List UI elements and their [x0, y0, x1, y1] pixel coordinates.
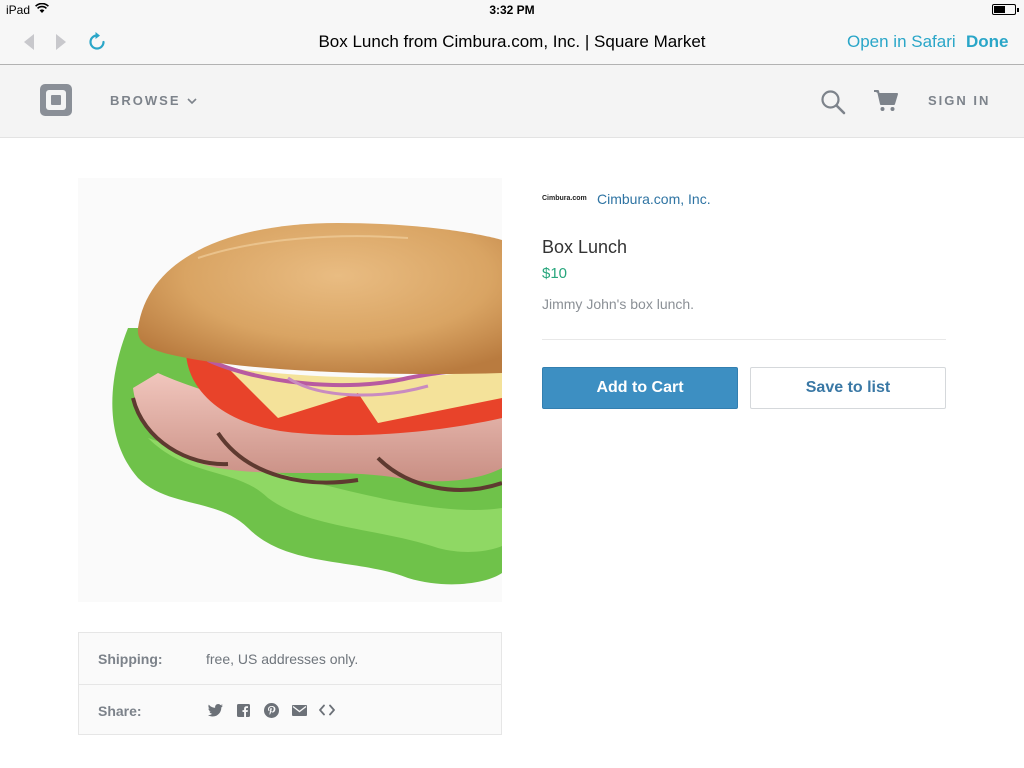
battery-icon: [992, 4, 1019, 15]
shipping-value: free, US addresses only.: [206, 651, 359, 667]
browse-label: BROWSE: [110, 93, 181, 108]
shipping-row: Shipping: free, US addresses only.: [79, 633, 501, 684]
search-icon[interactable]: [820, 89, 846, 120]
seller-link[interactable]: Cimbura.com, Inc.: [597, 191, 711, 207]
save-to-list-button[interactable]: Save to list: [750, 367, 946, 409]
embed-code-icon[interactable]: [319, 702, 335, 718]
shipping-label: Shipping:: [98, 651, 163, 667]
share-icons: [207, 702, 335, 718]
status-bar: iPad 3:32 PM: [0, 0, 1024, 20]
browse-menu[interactable]: BROWSE: [110, 93, 197, 108]
sandwich-illustration: [112, 223, 502, 585]
sign-in-link[interactable]: SIGN IN: [928, 93, 990, 108]
product-description: Jimmy John's box lunch.: [542, 296, 695, 312]
product-image: [78, 178, 502, 602]
divider: [542, 339, 946, 340]
share-row: Share:: [79, 684, 501, 735]
clock: 3:32 PM: [489, 3, 535, 17]
facebook-icon[interactable]: [235, 702, 251, 718]
chevron-down-icon: [186, 93, 197, 108]
product-details-panel: Shipping: free, US addresses only. Share…: [78, 632, 502, 735]
email-icon[interactable]: [291, 702, 307, 718]
square-logo-icon[interactable]: [40, 84, 72, 116]
product-name: Box Lunch: [542, 237, 628, 257]
add-to-cart-button[interactable]: Add to Cart: [542, 367, 738, 409]
open-in-safari-button[interactable]: Open in Safari: [847, 32, 956, 52]
browser-toolbar: Box Lunch from Cimbura.com, Inc. | Squar…: [0, 20, 1024, 65]
seller-logo[interactable]: Cimbura.com: [542, 195, 587, 202]
cart-icon[interactable]: [873, 89, 899, 118]
product-price: $10: [542, 265, 568, 282]
site-header: BROWSE SIGN IN: [0, 65, 1024, 138]
done-button[interactable]: Done: [966, 32, 1009, 52]
share-label: Share:: [98, 703, 142, 719]
twitter-icon[interactable]: [207, 702, 223, 718]
pinterest-icon[interactable]: [263, 702, 279, 718]
